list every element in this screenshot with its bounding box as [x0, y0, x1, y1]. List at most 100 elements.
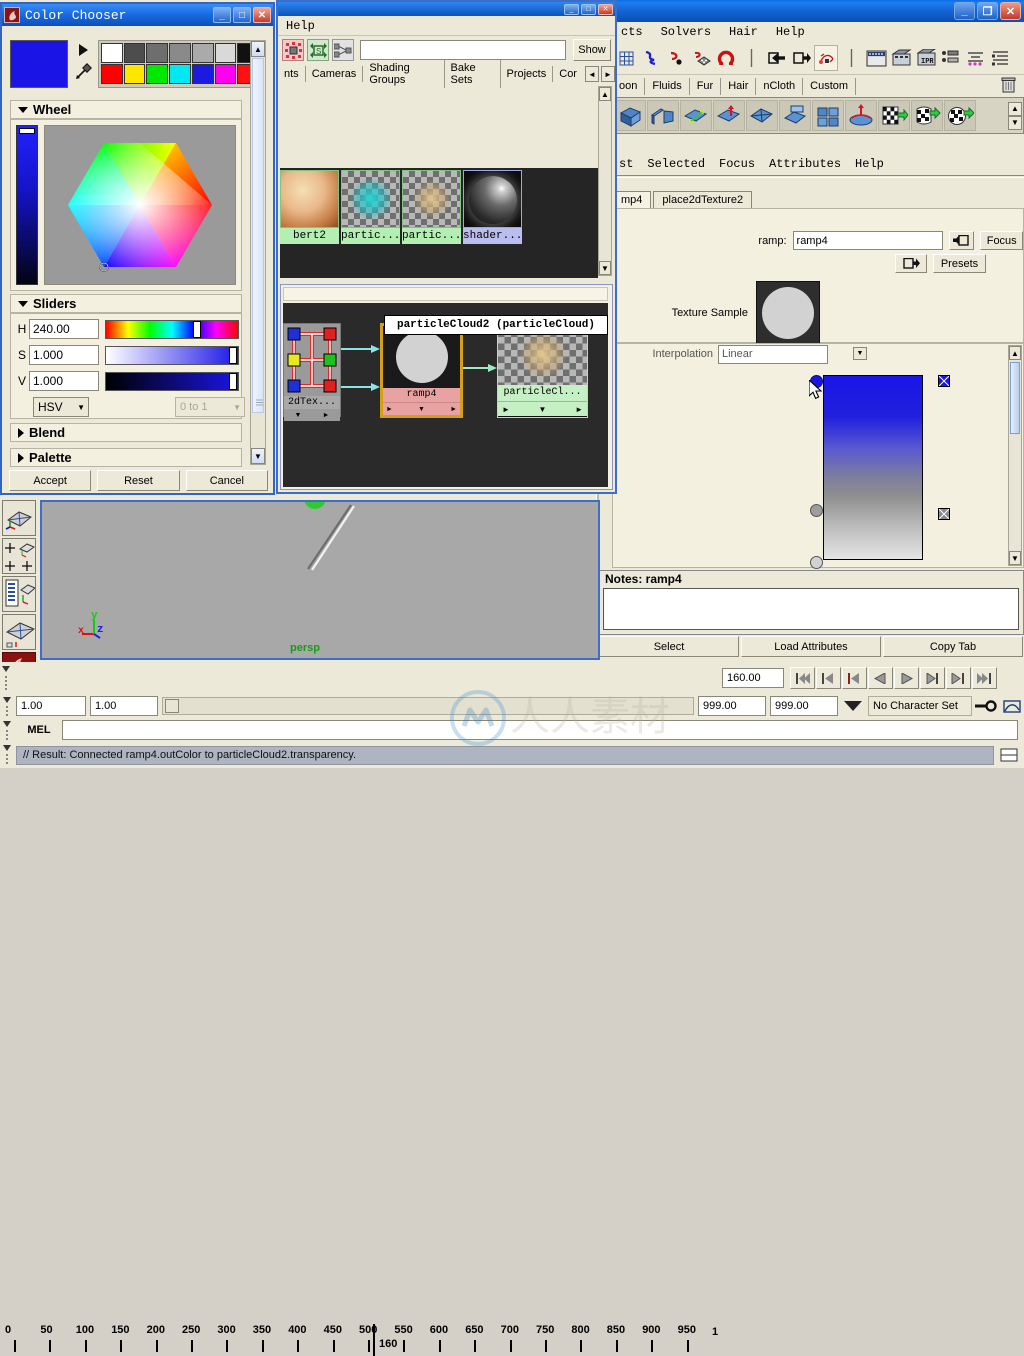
shelf-tab-hair[interactable]: Hair [721, 77, 757, 95]
polygon-collapse-icon[interactable] [779, 100, 811, 131]
load-attributes-button[interactable]: Load Attributes [741, 636, 881, 657]
go-to-end-icon[interactable] [972, 667, 997, 689]
maya-close-button[interactable]: ✕ [1000, 2, 1021, 20]
color-mode-select[interactable]: HSV ▼ [33, 397, 89, 417]
ae-menu-help[interactable]: Help [848, 157, 891, 171]
melbar-grip-icon[interactable] [3, 719, 13, 741]
interpolation-select[interactable]: Linear [718, 344, 828, 364]
timeslider-grip-icon[interactable] [2, 664, 12, 694]
shelf-scroll-up-icon[interactable]: ▲ [1008, 101, 1022, 116]
auto-keyframe-icon[interactable] [972, 700, 1000, 712]
hypershade-icon[interactable] [964, 45, 988, 71]
hypershade-restore-button[interactable]: □ [581, 3, 596, 15]
step-forward-keyframe-icon[interactable] [946, 667, 971, 689]
graph-node-ramp4[interactable]: ramp4 ► ▼ ► [380, 323, 463, 418]
shelf-tab-toon[interactable]: oon [612, 77, 646, 95]
input-output-connections-icon[interactable] [332, 39, 354, 61]
palette-section-header[interactable]: Palette [10, 448, 242, 467]
preset-swatch-12[interactable] [214, 64, 237, 84]
graph-node-footer-place2dtexture[interactable]: ▼ ► [284, 409, 340, 421]
ramp-scroll-thumb[interactable] [1010, 362, 1020, 434]
cc-scroll-down-icon[interactable]: ▼ [251, 448, 265, 464]
hypershade-menu-help[interactable]: Help [286, 19, 315, 33]
hs-tab-containers[interactable]: Cor [553, 66, 583, 82]
hs-tab-materials[interactable]: nts [278, 66, 306, 82]
mel-input[interactable] [62, 720, 1018, 740]
shelf-tab-fluids[interactable]: Fluids [645, 77, 690, 95]
uv-spherical-icon[interactable] [944, 100, 976, 131]
palette-expand-icon[interactable] [18, 452, 24, 463]
value-slider-handle[interactable] [19, 128, 35, 134]
color-chooser-minimize-button[interactable]: _ [213, 7, 231, 23]
render-current-frame-icon[interactable] [889, 45, 913, 71]
shelf-tab-fur[interactable]: Fur [690, 77, 722, 95]
select-button[interactable]: Select [599, 636, 739, 657]
menu-effects[interactable]: cts [612, 25, 652, 39]
shelf-scroll-buttons[interactable]: ▲ ▼ [1008, 101, 1022, 130]
value-input[interactable] [29, 371, 99, 391]
graph-node-particlecloud[interactable]: particleCl... ► ▼ ► [497, 323, 588, 418]
menu-hair[interactable]: Hair [720, 25, 767, 39]
preset-swatch-11[interactable] [191, 64, 214, 84]
hypershade-minimize-button[interactable]: _ [564, 3, 579, 15]
saturation-slider[interactable] [105, 345, 239, 365]
uv-planar-icon[interactable] [878, 100, 910, 131]
color-chooser-maximize-button[interactable]: □ [233, 7, 251, 23]
hs-swatch-scroll-up-icon[interactable]: ▲ [599, 87, 611, 101]
ramp-scroll-up-icon[interactable]: ▲ [1009, 346, 1021, 360]
maya-minimize-button[interactable]: _ [954, 2, 975, 20]
maya-restore-button[interactable]: ❐ [977, 2, 998, 20]
hs-tab-cameras[interactable]: Cameras [306, 66, 364, 82]
blend-expand-icon[interactable] [18, 427, 24, 438]
tab-place2dtexture2[interactable]: place2dTexture2 [653, 191, 753, 208]
hypershade-show-button[interactable]: Show [573, 39, 611, 61]
preset-swatch-4[interactable] [191, 43, 214, 63]
menu-help[interactable]: Help [767, 25, 814, 39]
hypershade-node-graph[interactable]: 2dTex... ▼ ► ramp4 ► ▼ ► particleCl... ►… [283, 303, 608, 487]
make-live-icon[interactable] [764, 45, 788, 71]
menu-solvers[interactable]: Solvers [652, 25, 720, 39]
hypershade-filter-input[interactable] [360, 40, 566, 60]
texture-sample-swatch[interactable] [756, 281, 820, 345]
clear-graph-icon[interactable] [282, 39, 304, 61]
outliner-persp-layout-icon[interactable] [2, 576, 36, 612]
wheel-section-header[interactable]: Wheel [10, 100, 242, 119]
color-range-select[interactable]: 0 to 1 ▼ [175, 397, 245, 417]
ae-focus-button[interactable]: Focus [980, 231, 1023, 250]
hypershade-close-button[interactable]: ✕ [598, 3, 613, 15]
color-chooser-close-button[interactable]: ✕ [253, 7, 271, 23]
swatch-particlecloud1[interactable]: partic... [341, 170, 400, 244]
ae-presets-button[interactable]: Presets [933, 254, 986, 273]
color-menu-arrow-icon[interactable] [78, 44, 89, 59]
ramp-marker-2[interactable] [810, 556, 823, 569]
ramp-marker-1[interactable] [810, 504, 823, 517]
ae-menu-selected[interactable]: Selected [640, 157, 712, 171]
current-time-field[interactable] [722, 668, 784, 688]
preset-swatch-8[interactable] [123, 64, 146, 84]
hs-tab-scroll-right-icon[interactable]: ► [600, 66, 615, 82]
hue-slider[interactable] [105, 319, 239, 339]
current-time-marker[interactable] [373, 1324, 375, 1356]
rearrange-graph-icon[interactable]: S [307, 39, 329, 61]
saturation-input[interactable] [29, 345, 99, 365]
preset-swatch-9[interactable] [146, 64, 169, 84]
snap-point-icon[interactable] [664, 45, 688, 71]
perspective-viewport[interactable]: x y z persp [40, 500, 600, 660]
cc-scroll-up-icon[interactable]: ▲ [251, 41, 265, 57]
graph-node-footer-ramp4[interactable]: ► ▼ ► [383, 402, 460, 415]
hs-tab-bake-sets[interactable]: Bake Sets [445, 60, 501, 88]
copy-tab-button[interactable]: Copy Tab [883, 636, 1023, 657]
four-view-layout-icon[interactable] [2, 538, 36, 574]
preset-swatch-1[interactable] [123, 43, 146, 63]
sliders-collapse-icon[interactable] [18, 300, 28, 307]
value-slider-handle[interactable] [229, 372, 237, 390]
hue-slider-handle[interactable] [193, 320, 202, 338]
value-slider-vertical[interactable] [16, 125, 38, 285]
ramp-delete-marker-1[interactable] [938, 508, 950, 520]
value-slider[interactable] [105, 371, 239, 391]
ae-output-connection-button[interactable] [895, 254, 927, 273]
polygon-triangulate-icon[interactable] [746, 100, 778, 131]
polygon-cube-icon[interactable] [614, 100, 646, 131]
construction-history-icon[interactable] [814, 45, 838, 71]
ae-menu-attributes[interactable]: Attributes [762, 157, 848, 171]
